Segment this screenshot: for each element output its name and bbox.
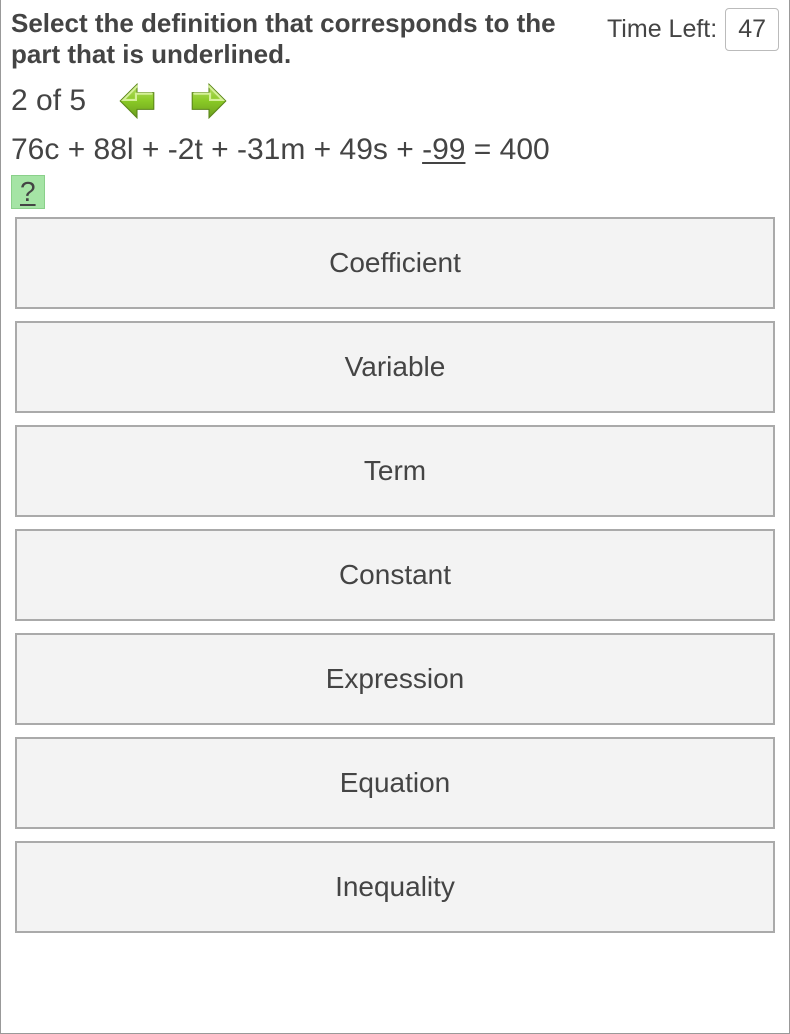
- options-list: Coefficient Variable Term Constant Expre…: [1, 217, 789, 947]
- quiz-container: Select the definition that corresponds t…: [0, 0, 790, 1034]
- option-inequality[interactable]: Inequality: [15, 841, 775, 933]
- help-button[interactable]: ?: [11, 175, 45, 209]
- option-constant[interactable]: Constant: [15, 529, 775, 621]
- arrow-left-icon[interactable]: [116, 80, 158, 122]
- equation-suffix: = 400: [465, 133, 549, 166]
- time-label: Time Left:: [607, 15, 717, 44]
- option-variable[interactable]: Variable: [15, 321, 775, 413]
- header: Select the definition that corresponds t…: [1, 0, 789, 74]
- option-coefficient[interactable]: Coefficient: [15, 217, 775, 309]
- instruction-text: Select the definition that corresponds t…: [11, 8, 587, 70]
- equation: 76c + 88l + -2t + -31m + 49s + -99 = 400: [1, 128, 789, 171]
- nav-arrows: [116, 80, 230, 122]
- time-wrapper: Time Left: 47: [607, 8, 779, 51]
- equation-prefix: 76c + 88l + -2t + -31m + 49s +: [11, 133, 422, 166]
- option-expression[interactable]: Expression: [15, 633, 775, 725]
- progress-row: 2 of 5: [1, 74, 789, 128]
- option-equation[interactable]: Equation: [15, 737, 775, 829]
- equation-underlined: -99: [422, 133, 465, 166]
- time-value: 47: [725, 8, 779, 51]
- progress-text: 2 of 5: [11, 84, 86, 118]
- arrow-right-icon[interactable]: [188, 80, 230, 122]
- option-term[interactable]: Term: [15, 425, 775, 517]
